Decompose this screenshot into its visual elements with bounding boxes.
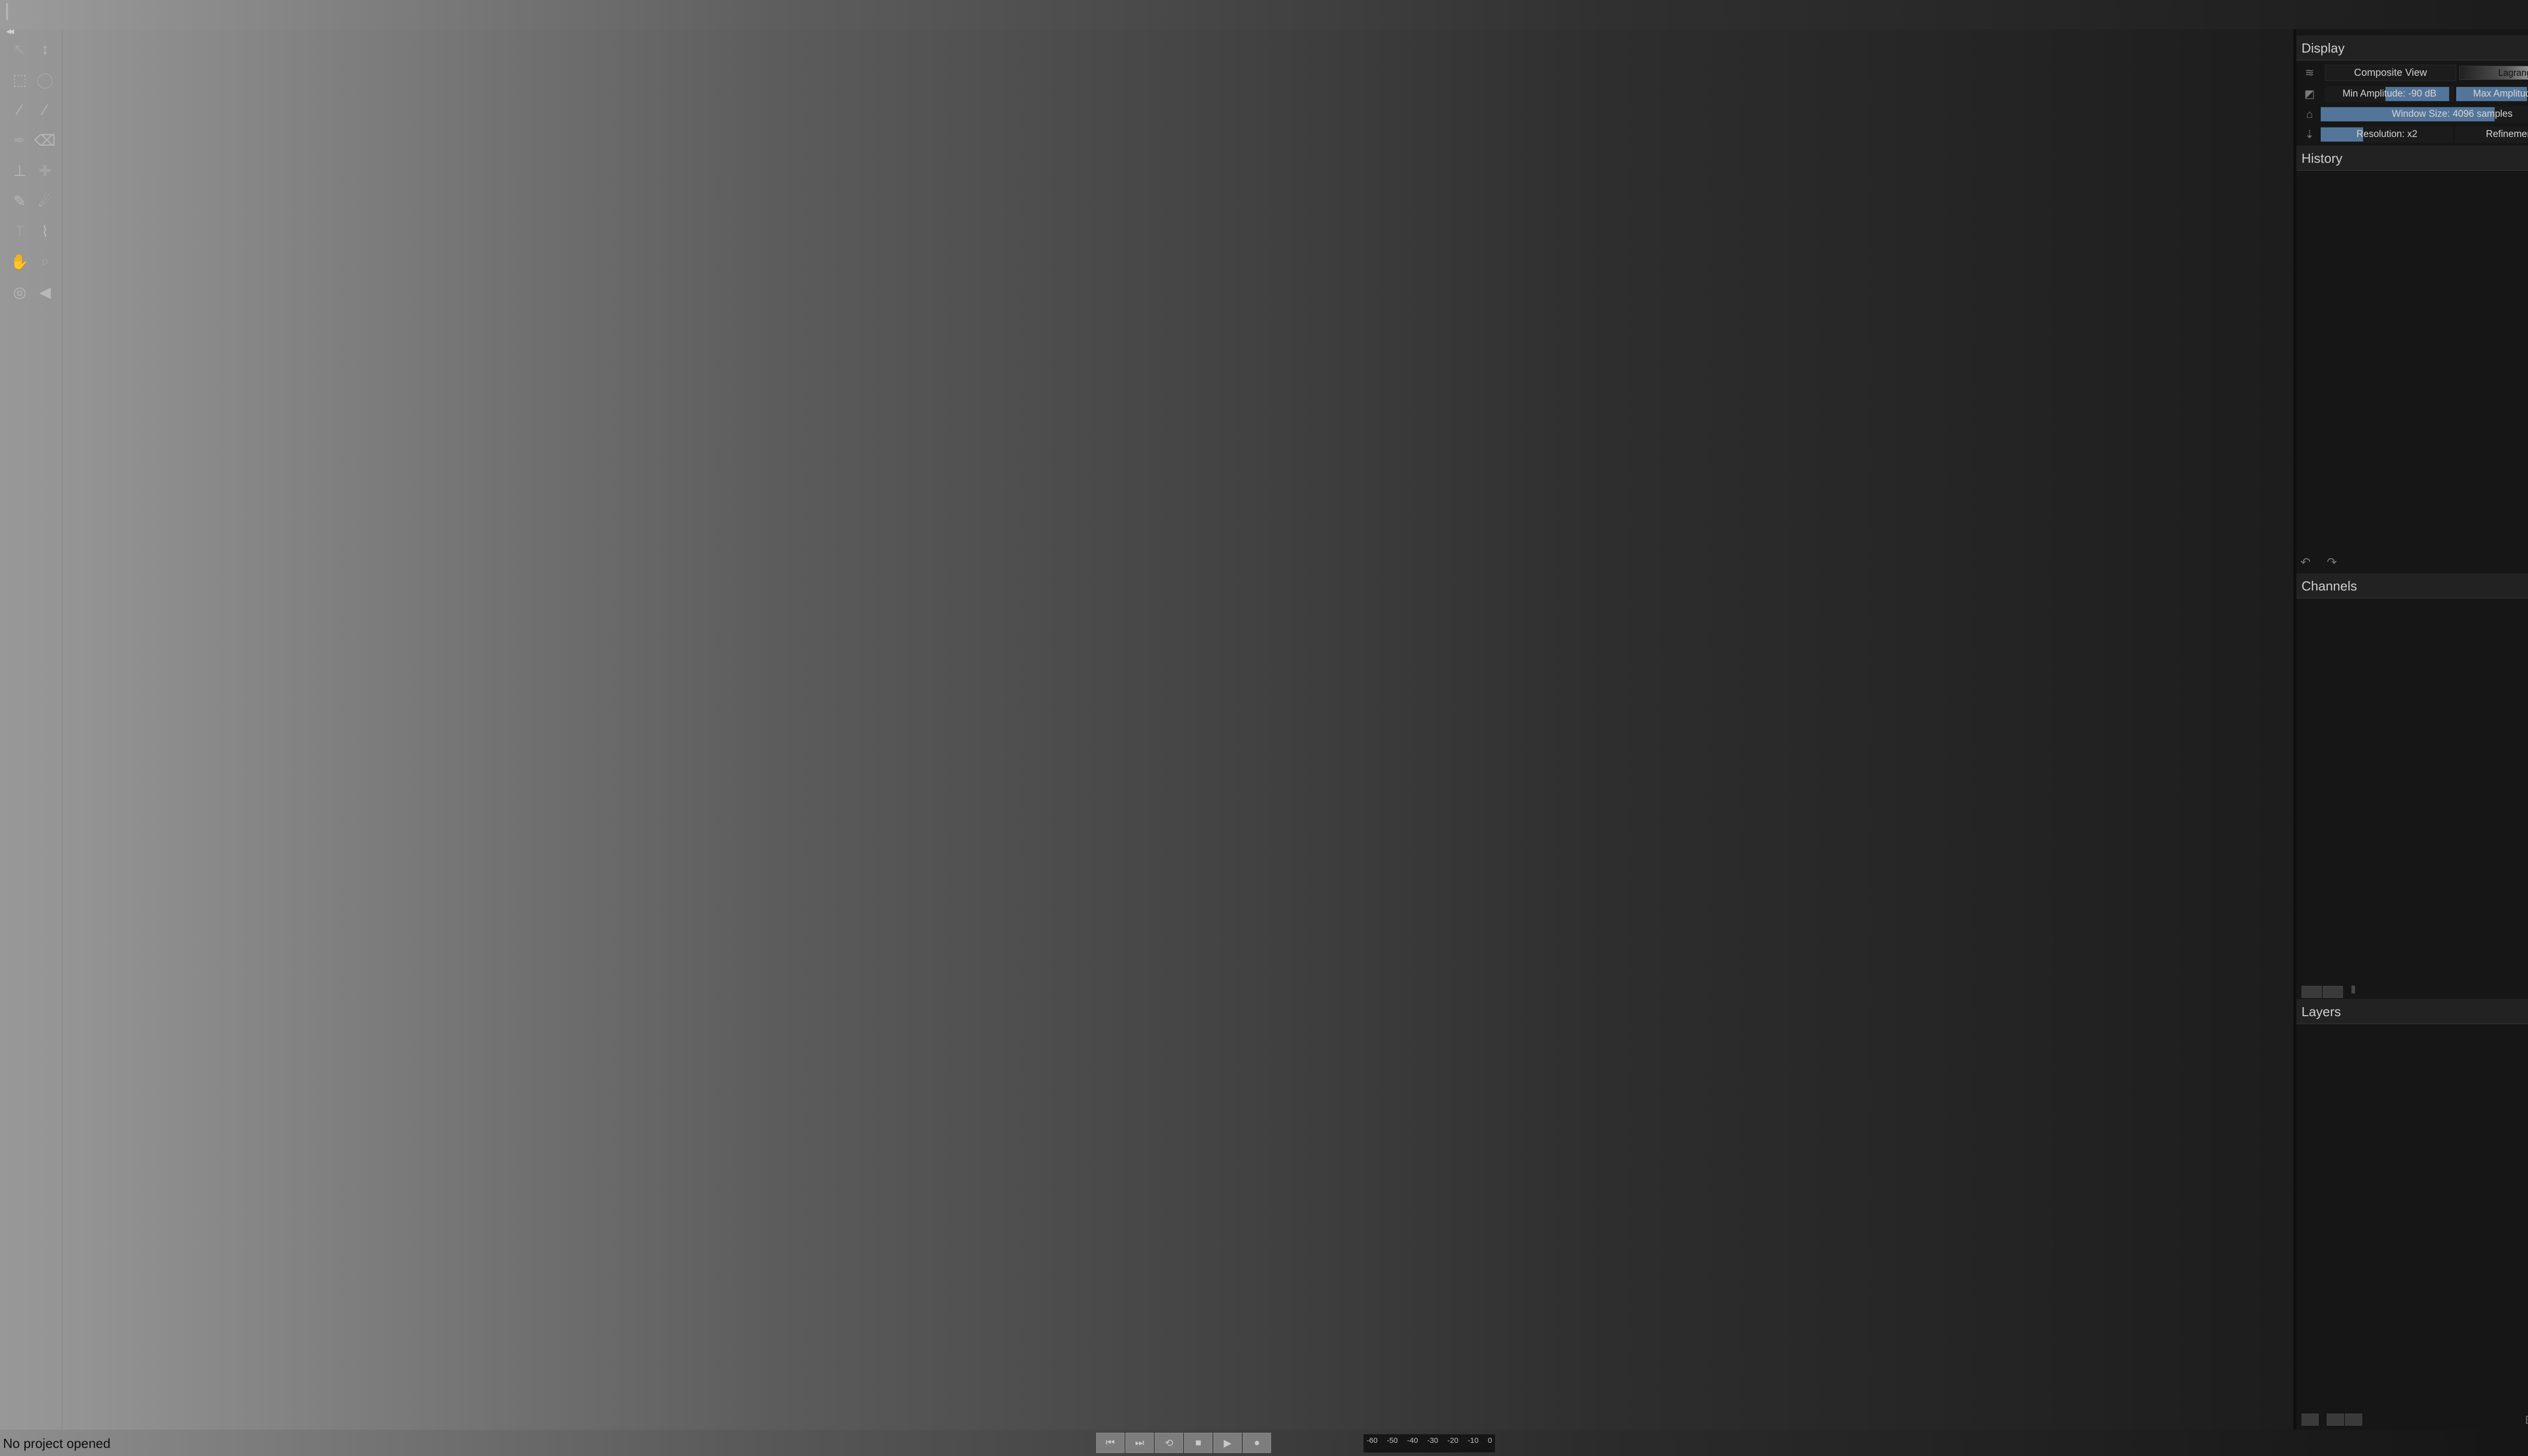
pencil-icon[interactable]: ✎ — [7, 188, 32, 214]
composite-view-button[interactable]: Composite View — [2325, 65, 2456, 81]
meter-tick-label: -60 — [1367, 1436, 1378, 1445]
display-row-amplitude: ◩ Min Amplitude: -90 dB Max Amplitude: -… — [2296, 85, 2528, 103]
meter-tick-label: -50 — [1386, 1436, 1398, 1445]
layers-title: Layers — [2301, 1004, 2341, 1019]
text-icon[interactable]: T — [7, 218, 32, 245]
toolbox: ↖ ↕ ⬚ ◯ ⁄ ⁄ ✒ ⌫ ⊥ ✚ ✎ ☄ T ⌇ ✋ ⌕ ◎ ◀ — [0, 29, 63, 1430]
status-bar: No project opened ⏮ ⏭ ⟲ ■ ▶ ● -60 -50 -40-… — [0, 1430, 2528, 1456]
layers-panel-header: Layers — [2296, 999, 2528, 1024]
skip-end-icon[interactable]: ⏭ — [1125, 1433, 1154, 1453]
brush-select-icon[interactable]: ⁄ — [32, 97, 58, 123]
meter-tick-label: -30 — [1427, 1436, 1438, 1445]
meter-tick-label: -10 — [1467, 1436, 1479, 1445]
window-marker — [6, 3, 8, 20]
meter-tick-label: 0 — [1487, 1436, 1492, 1445]
heal-icon[interactable]: ✚ — [32, 158, 58, 184]
meter-tick-label: -40 — [1407, 1436, 1418, 1445]
channel-toggle-b[interactable] — [2323, 986, 2343, 998]
resolution-slider[interactable]: Resolution: x2 — [2321, 126, 2453, 143]
time-select-icon[interactable]: ↕ — [32, 36, 58, 63]
sphere-icon[interactable]: ◎ — [7, 279, 32, 305]
display-title: Display — [2301, 40, 2345, 56]
rect-select-icon[interactable]: ⬚ — [7, 67, 32, 93]
title-bar: ◂◂ ▸▸ — [0, 0, 2528, 36]
smudge-icon[interactable]: ☄ — [32, 188, 58, 214]
zoom-icon[interactable]: ⌕ — [32, 249, 58, 275]
new-layer-icon[interactable]: ⊞ — [2525, 1413, 2528, 1427]
stamp-icon[interactable]: ⊥ — [7, 158, 32, 184]
display-row-view: ≋ Composite View Lagrange ⌄ — [2296, 64, 2528, 82]
wand-icon[interactable]: ⁄ — [7, 97, 32, 123]
colormap-select[interactable]: Lagrange — [2459, 66, 2528, 80]
tool-grid: ↖ ↕ ⬚ ◯ ⁄ ⁄ ✒ ⌫ ⊥ ✚ ✎ ☄ T ⌇ ✋ ⌕ ◎ ◀ — [7, 36, 58, 305]
window-size-slider[interactable]: Window Size: 4096 samples — [2321, 106, 2528, 122]
display-row-resolution: ⇣ Resolution: x2 Refinement: 0 % — [2296, 125, 2528, 144]
channels-panel-header: Channels — [2296, 573, 2528, 599]
stop-icon[interactable]: ■ — [1184, 1433, 1212, 1453]
undo-icon[interactable]: ↶ — [2300, 555, 2311, 570]
play-icon[interactable]: ▶ — [1213, 1433, 1242, 1453]
display-panel-header: Display — [2296, 35, 2528, 61]
colormap-label: Lagrange — [2498, 68, 2528, 78]
layer-btn-b[interactable] — [2327, 1414, 2344, 1426]
history-panel-header: History — [2296, 146, 2528, 171]
record-icon[interactable]: ● — [1243, 1433, 1271, 1453]
layers-stack-icon[interactable]: ≋ — [2303, 66, 2317, 80]
status-text: No project opened — [3, 1436, 111, 1451]
pen-icon[interactable]: ✒ — [7, 127, 32, 154]
window-shape-icon[interactable]: ⌂ — [2303, 107, 2317, 121]
layers-toolbar: ⊞ ✚ 🗑 — [2296, 1409, 2528, 1430]
eraser-icon[interactable]: ⌫ — [32, 127, 58, 154]
refinement-label: Refinement: 0 % — [2486, 129, 2528, 140]
spectrogram-canvas[interactable] — [63, 29, 2293, 1430]
speaker-icon[interactable]: ◀ — [32, 279, 58, 305]
layer-btn-c[interactable] — [2345, 1414, 2362, 1426]
channels-title: Channels — [2301, 578, 2357, 594]
amplitude-icon[interactable]: ◩ — [2303, 87, 2317, 101]
layer-btn-a[interactable] — [2301, 1414, 2319, 1426]
channel-toggle-a[interactable] — [2301, 986, 2322, 998]
min-amplitude-slider[interactable]: Min Amplitude: -90 dB — [2325, 86, 2454, 102]
redo-icon[interactable]: ↷ — [2327, 555, 2337, 570]
refinement-slider[interactable]: Refinement: 0 % — [2455, 126, 2528, 143]
right-panel: Display ≋ Composite View Lagrange ⌄ ◩ Mi… — [2293, 29, 2528, 1430]
history-toolbar: ↶ ↷ ❐ 🗑 — [2296, 552, 2528, 572]
hand-icon[interactable]: ✋ — [7, 249, 32, 275]
max-amplitude-slider[interactable]: Max Amplitude: -18 dB — [2456, 86, 2528, 102]
picker-icon[interactable]: ⌇ — [32, 218, 58, 245]
level-meter: -60 -50 -40 -30 -20 -10 0 — [1363, 1434, 1496, 1453]
display-row-window: ⌂ Window Size: 4096 samples — [2296, 105, 2528, 123]
transport-controls: ⏮ ⏭ ⟲ ■ ▶ ● — [1096, 1433, 1271, 1453]
min-amplitude-label: Min Amplitude: -90 dB — [2342, 88, 2436, 99]
resolution-label: Resolution: x2 — [2356, 129, 2418, 140]
max-amplitude-label: Max Amplitude: -18 dB — [2473, 88, 2528, 99]
loop-icon[interactable]: ⟲ — [1155, 1433, 1183, 1453]
meter-tick-label: -20 — [1447, 1436, 1459, 1445]
history-title: History — [2301, 151, 2342, 166]
lasso-icon[interactable]: ◯ — [32, 67, 58, 93]
resolution-icon[interactable]: ⇣ — [2303, 127, 2317, 142]
skip-start-icon[interactable]: ⏮ — [1096, 1433, 1124, 1453]
window-size-label: Window Size: 4096 samples — [2391, 109, 2513, 119]
link-icon[interactable]: ⦀ — [2351, 985, 2356, 996]
select-arrow-icon[interactable]: ↖ — [7, 36, 32, 63]
